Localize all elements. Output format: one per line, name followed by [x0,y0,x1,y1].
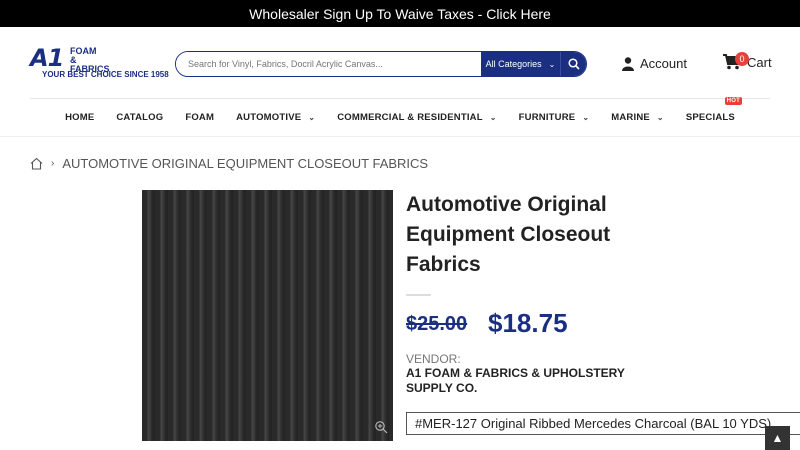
promo-banner-text[interactable]: Wholesaler Sign Up To Waive Taxes - Clic… [249,6,551,22]
search-icon [567,58,580,70]
hot-badge: HOT [724,97,742,105]
cart-count-badge: 0 [735,52,749,66]
chevron-down-icon: ⌄ [582,113,590,122]
nav-item-catalog[interactable]: CATALOG [105,112,174,123]
category-select[interactable]: All Categories ⌄ [480,52,560,76]
user-icon [622,56,634,71]
zoom-icon[interactable] [374,420,388,434]
sale-price: $18.75 [488,308,568,338]
chevron-up-icon: ▲ [771,431,784,445]
nav-label: FURNITURE [518,112,576,123]
chevron-down-icon: ⌄ [308,113,316,122]
category-select-label: All Categories [485,59,542,69]
chevron-down-icon: ⌄ [656,113,664,122]
nav-label: SPECIALS [685,112,735,123]
search-bar: All Categories ⌄ [175,51,587,77]
vendor-label: VENDOR: [406,352,461,366]
product-image[interactable] [142,190,393,441]
account-link[interactable]: Account [622,56,687,71]
scroll-to-top-button[interactable]: ▲ [765,426,790,450]
logo-tagline: YOUR BEST CHOICE SINCE 1958 [42,70,169,79]
cart-label: Cart [747,54,772,70]
title-divider [406,294,431,296]
nav-label: COMMERCIAL & RESIDENTIAL [337,112,483,123]
promo-banner[interactable]: Wholesaler Sign Up To Waive Taxes - Clic… [0,0,800,27]
logo-mark: A1 [30,44,64,72]
variant-select-value: #MER-127 Original Ribbed Mercedes Charco… [415,416,772,431]
nav-label: FOAM [185,112,215,123]
home-icon[interactable] [30,157,43,170]
chevron-right-icon: › [51,158,55,169]
account-label: Account [640,56,687,71]
cart-link[interactable]: 0 Cart [723,52,772,70]
product-title: Automotive Original Equipment Closeout F… [406,193,611,276]
compare-at-price: $25.00 [406,313,468,335]
chevron-down-icon: ⌄ [548,59,556,69]
vendor-name[interactable]: A1 FOAM & FABRICS & UPHOLSTERY SUPPLY CO… [406,366,646,396]
nav-item-specials[interactable]: SPECIALS HOT [675,97,746,123]
nav-item-commercial-residential[interactable]: COMMERCIAL & RESIDENTIAL ⌄ [326,112,507,123]
nav-label: HOME [65,112,95,123]
search-input[interactable] [176,52,480,76]
variant-select[interactable]: #MER-127 Original Ribbed Mercedes Charco… [406,412,800,435]
chevron-down-icon: ⌄ [489,113,497,122]
main-nav: HOME CATALOG FOAM AUTOMOTIVE ⌄ COMMERCIAL… [0,97,800,137]
nav-item-marine[interactable]: MARINE ⌄ [600,112,675,123]
nav-item-foam[interactable]: FOAM [174,112,225,123]
search-button[interactable] [560,52,586,76]
nav-item-home[interactable]: HOME [54,112,105,123]
nav-label: CATALOG [116,112,164,123]
logo[interactable]: A1 FOAM & FABRICS YOUR BEST CHOICE SINCE… [30,44,170,82]
breadcrumb-current: AUTOMOTIVE ORIGINAL EQUIPMENT CLOSEOUT F… [62,156,429,171]
nav-item-furniture[interactable]: FURNITURE ⌄ [508,112,601,123]
nav-label: MARINE [611,112,650,123]
nav-item-automotive[interactable]: AUTOMOTIVE ⌄ [225,112,326,123]
breadcrumb: › AUTOMOTIVE ORIGINAL EQUIPMENT CLOSEOUT… [30,156,428,171]
nav-label: AUTOMOTIVE [236,112,302,123]
